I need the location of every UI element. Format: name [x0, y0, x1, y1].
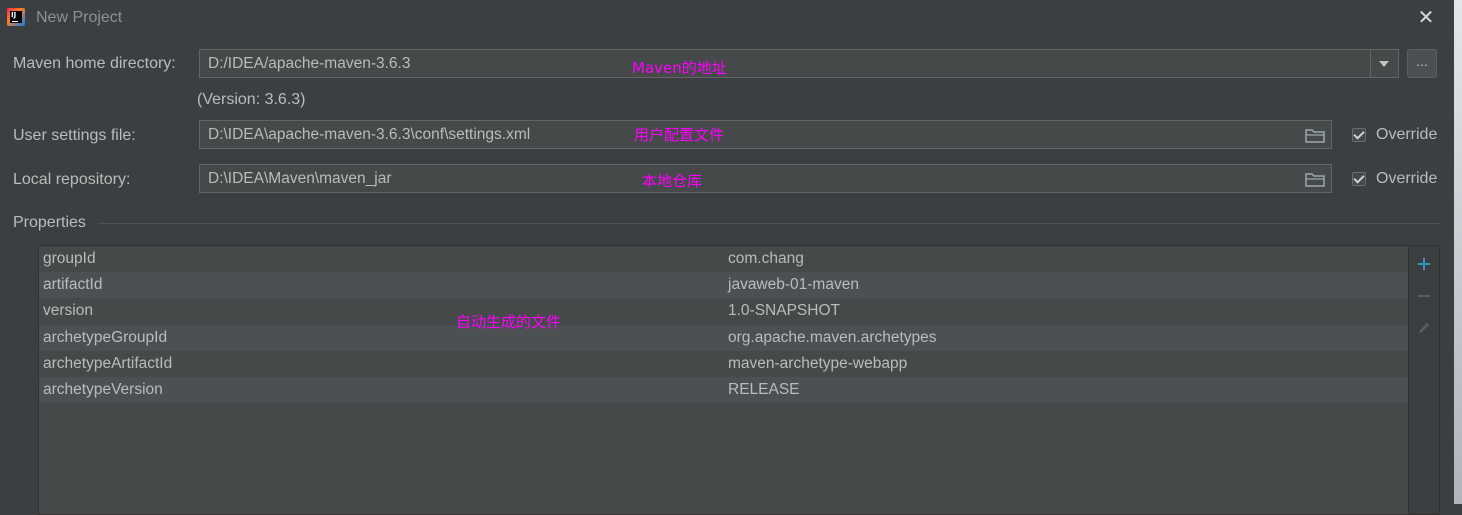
edit-icon[interactable] — [1416, 320, 1432, 336]
property-key: groupId — [43, 250, 96, 267]
remove-icon[interactable] — [1416, 288, 1432, 304]
user-settings-label: User settings file: — [13, 127, 136, 144]
property-key: archetypeVersion — [43, 380, 163, 398]
property-value: maven-archetype-webapp — [728, 354, 908, 372]
property-value: RELEASE — [728, 380, 800, 398]
local-repository-value: D:\IDEA\Maven\maven_jar — [208, 170, 392, 187]
table-row[interactable]: archetypeGroupId org.apache.maven.archet… — [39, 324, 1408, 351]
table-row[interactable]: archetypeVersion RELEASE — [39, 376, 1408, 404]
local-repository-field[interactable]: D:\IDEA\Maven\maven_jar — [199, 164, 1332, 193]
table-row[interactable]: version 1.0-SNAPSHOT — [39, 298, 1408, 325]
maven-home-combobox[interactable]: D:/IDEA/apache-maven-3.6.3 — [199, 49, 1399, 78]
property-key: artifactId — [43, 276, 103, 294]
user-settings-field[interactable]: D:\IDEA\apache-maven-3.6.3\conf\settings… — [199, 120, 1332, 149]
add-icon[interactable] — [1416, 256, 1432, 272]
chevron-down-icon[interactable] — [1370, 50, 1398, 77]
local-repository-override[interactable]: Override — [1352, 169, 1437, 189]
folder-icon[interactable] — [1305, 171, 1325, 187]
properties-toolbar — [1409, 245, 1440, 515]
maven-home-annotation: Maven的地址 — [632, 59, 727, 77]
local-repository-annotation: 本地仓库 — [642, 172, 703, 190]
property-value: com.chang — [728, 250, 804, 267]
table-row[interactable]: artifactId javaweb-01-maven — [39, 272, 1408, 299]
maven-version-note: (Version: 3.6.3) — [197, 91, 306, 108]
user-settings-annotation: 用户配置文件 — [634, 126, 725, 144]
window-title: New Project — [36, 9, 123, 26]
folder-icon[interactable] — [1305, 127, 1325, 143]
override-checkbox[interactable] — [1352, 172, 1366, 186]
property-value: javaweb-01-maven — [728, 276, 859, 294]
table-row[interactable]: groupId com.chang — [39, 246, 1408, 273]
browse-button[interactable]: ... — [1407, 49, 1437, 78]
property-key: archetypeArtifactId — [43, 354, 173, 372]
override-checkbox[interactable] — [1352, 128, 1366, 142]
override-label: Override — [1376, 126, 1438, 143]
close-icon[interactable]: ✕ — [1414, 6, 1438, 30]
maven-home-label: Maven home directory: — [13, 55, 176, 72]
property-key: version — [43, 302, 93, 320]
override-label: Override — [1376, 170, 1438, 187]
properties-table[interactable]: groupId com.chang artifactId javaweb-01-… — [38, 245, 1409, 515]
property-key: archetypeGroupId — [43, 328, 168, 346]
property-value: org.apache.maven.archetypes — [728, 328, 937, 346]
properties-title: Properties — [13, 214, 86, 231]
background-window-edge — [1454, 0, 1462, 504]
local-repository-label: Local repository: — [13, 171, 131, 188]
property-value: 1.0-SNAPSHOT — [728, 302, 840, 320]
user-settings-value: D:\IDEA\apache-maven-3.6.3\conf\settings… — [208, 126, 531, 143]
maven-home-value: D:/IDEA/apache-maven-3.6.3 — [208, 55, 411, 72]
table-row[interactable]: archetypeArtifactId maven-archetype-weba… — [39, 350, 1408, 377]
properties-annotation: 自动生成的文件 — [456, 313, 562, 331]
intellij-app-icon: IJ — [7, 8, 25, 26]
user-settings-override[interactable]: Override — [1352, 125, 1437, 145]
section-divider — [98, 223, 1440, 224]
